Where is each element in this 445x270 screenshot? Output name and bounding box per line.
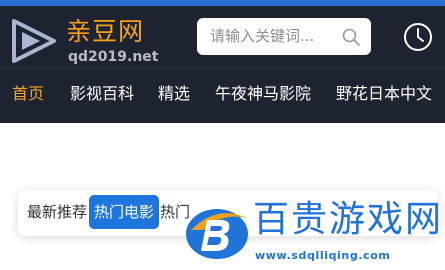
logo-domain: qd2019.net (68, 49, 159, 65)
watermark: 百贵游戏网 www.sdqlliqing.com (183, 195, 445, 270)
search-icon[interactable] (342, 28, 360, 46)
tab-latest[interactable]: 最新推荐 (27, 201, 87, 223)
nav-item-home[interactable]: 首页 (12, 83, 44, 105)
site-header: 亲豆网 qd2019.net 请输入关键词... 首页 影视百科 精选 午夜神马… (0, 6, 445, 123)
nav-item-cinema[interactable]: 午夜神马影院 (215, 83, 311, 105)
search-input[interactable]: 请输入关键词... (210, 27, 314, 46)
logo-name: 亲豆网 (66, 17, 145, 46)
search-box[interactable]: 请输入关键词... (197, 18, 371, 55)
tab-hot-movies[interactable]: 热门电影 (89, 195, 160, 229)
watermark-title: 百贵游戏网 (253, 199, 444, 240)
main-nav: 首页 影视百科 精选 午夜神马影院 野花日本中文 (0, 69, 445, 123)
logo-play-icon (12, 19, 56, 63)
nav-item-encyclopedia[interactable]: 影视百科 (70, 83, 134, 105)
watermark-url: www.sdqlliqing.com (255, 249, 391, 262)
site-logo[interactable]: 亲豆网 qd2019.net (10, 16, 160, 70)
nav-item-featured[interactable]: 精选 (158, 83, 190, 105)
watermark-logo-icon (186, 209, 248, 259)
clock-icon[interactable] (403, 22, 433, 52)
nav-item-more[interactable]: 野花日本中文 (336, 83, 432, 105)
